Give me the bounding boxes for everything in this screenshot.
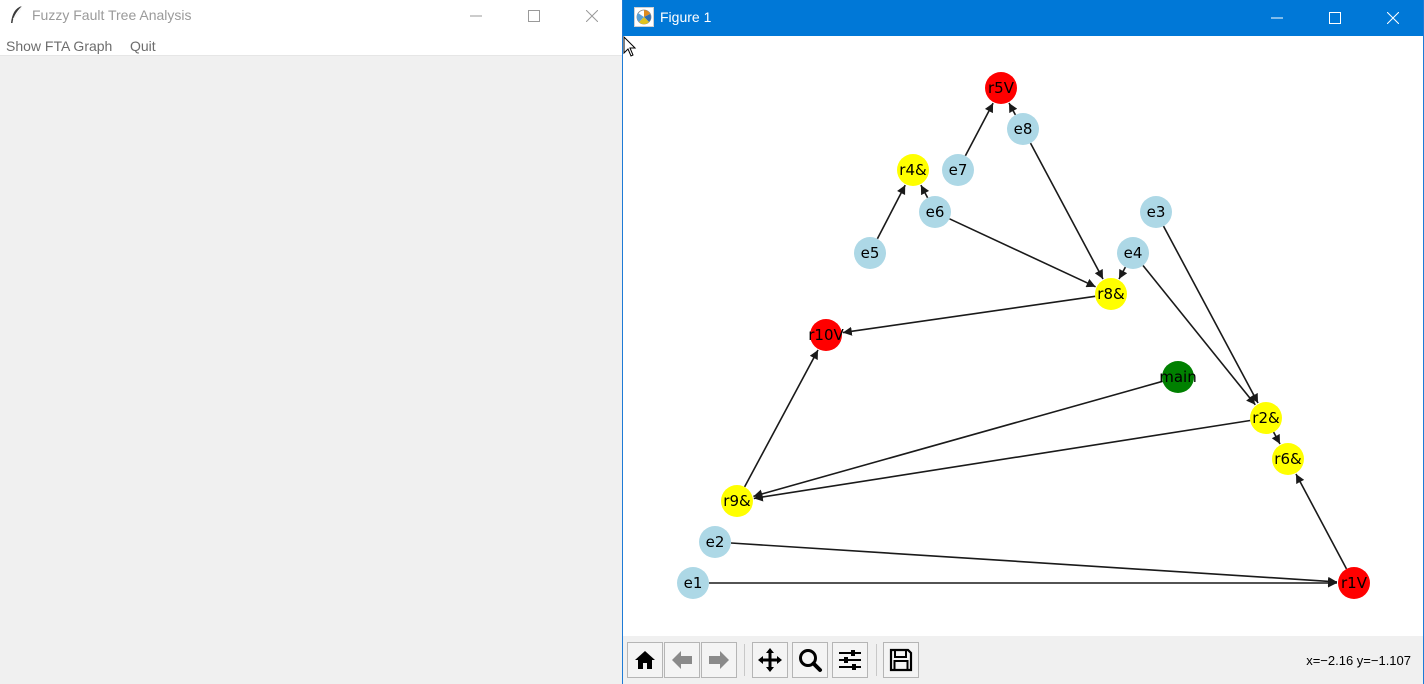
tk-title-bar[interactable]: Fuzzy Fault Tree Analysis: [0, 0, 622, 31]
figure-title: Figure 1: [660, 9, 712, 25]
edge-e8-to-r5V: [1008, 102, 1018, 116]
close-button[interactable]: [1364, 0, 1422, 36]
maximize-icon: [528, 9, 540, 22]
window-title: Fuzzy Fault Tree Analysis: [32, 7, 192, 23]
node-label: e6: [926, 203, 945, 221]
graph-node: r1V: [1338, 567, 1370, 599]
graph-node: r9&: [721, 485, 753, 517]
graph-node: r2&: [1250, 402, 1282, 434]
graph-node: r10V: [808, 319, 844, 351]
close-button[interactable]: [563, 0, 621, 31]
node-label: r5V: [988, 79, 1015, 97]
edge-e7-to-r5V: [964, 102, 994, 157]
node-label: e7: [949, 161, 968, 179]
close-icon: [586, 9, 598, 22]
forward-arrow-icon: [709, 651, 729, 669]
node-label: r8&: [1097, 285, 1125, 303]
figure-window: Figure 1 r5V e8 r4& e7 e6 e3 e5 e4 r8& r10V main r2…: [622, 0, 1424, 684]
maximize-button[interactable]: [1306, 0, 1364, 36]
configure-subplots-icon: [839, 650, 861, 670]
edge-r8&-to-r10V: [842, 295, 1096, 336]
node-label: e2: [706, 533, 725, 551]
graph-node: r4&: [897, 154, 929, 186]
zoom-button[interactable]: [792, 642, 828, 678]
home-icon: [635, 651, 655, 669]
graph-node: e7: [942, 154, 974, 186]
save-icon: [889, 648, 913, 672]
feather-icon: [9, 5, 25, 25]
edge-r2&-to-r9&: [753, 419, 1251, 502]
graph-node: e4: [1117, 237, 1149, 269]
edge-e6-to-r4&: [920, 184, 930, 199]
graph-node: r5V: [985, 72, 1017, 104]
figure-canvas[interactable]: r5V e8 r4& e7 e6 e3 e5 e4 r8& r10V main r2& r6& r9& e2…: [623, 36, 1423, 636]
node-label: r1V: [1341, 574, 1368, 592]
edge-r1V-to-r6&: [1295, 473, 1348, 570]
matplotlib-icon: [634, 7, 654, 27]
tk-window: Fuzzy Fault Tree Analysis Show FTA Graph…: [0, 0, 622, 684]
navigation-toolbar: x=−2.16 y=−1.107: [623, 636, 1423, 684]
save-button[interactable]: [883, 642, 919, 678]
minimize-button[interactable]: [1248, 0, 1306, 36]
toolbar-separator: [744, 644, 745, 676]
minimize-icon: [470, 15, 482, 16]
edge-e8-to-r8&: [1029, 142, 1104, 280]
node-label: main: [1159, 368, 1196, 386]
tk-content-area: [0, 57, 622, 684]
graph-node: r6&: [1272, 443, 1304, 475]
menu-bar: Show FTA Graph Quit: [0, 31, 622, 56]
graph-node: e6: [919, 196, 951, 228]
node-label: r9&: [723, 492, 751, 510]
edge-r9&-to-r10V: [743, 349, 819, 488]
back-arrow-icon: [672, 651, 692, 669]
pan-button[interactable]: [752, 642, 788, 678]
node-label: r2&: [1252, 409, 1280, 427]
toolbar-separator: [876, 644, 877, 676]
zoom-icon: [799, 649, 822, 672]
graph-node: e8: [1007, 113, 1039, 145]
graph-node: e3: [1140, 196, 1172, 228]
node-label: e5: [861, 244, 880, 262]
home-button[interactable]: [627, 642, 663, 678]
node-label: r6&: [1274, 450, 1302, 468]
figure-title-bar[interactable]: Figure 1: [623, 0, 1423, 36]
edge-e6-to-r8&: [949, 218, 1096, 288]
configure-subplots-button[interactable]: [832, 642, 868, 678]
graph-node: e5: [854, 237, 886, 269]
graph-node: main: [1159, 361, 1197, 393]
graph-node: e1: [677, 567, 709, 599]
node-label: e4: [1124, 244, 1143, 262]
menu-show-fta-graph[interactable]: Show FTA Graph: [6, 38, 112, 54]
forward-button[interactable]: [701, 642, 737, 678]
mouse-cursor-icon: [623, 36, 637, 57]
node-label: r10V: [808, 326, 844, 344]
node-label: e3: [1147, 203, 1166, 221]
graph-node: e2: [699, 526, 731, 558]
minimize-icon: [1271, 17, 1283, 19]
edge-e2-to-r1V: [730, 542, 1338, 586]
edge-r2&-to-r6&: [1271, 431, 1281, 445]
maximize-icon: [1329, 12, 1341, 24]
node-label: r4&: [899, 161, 927, 179]
graph-node: r8&: [1095, 278, 1127, 310]
pan-icon: [758, 648, 782, 672]
edge-e4-to-r8&: [1118, 266, 1128, 280]
coordinate-readout: x=−2.16 y=−1.107: [1306, 653, 1411, 668]
edge-main-to-r9&: [753, 380, 1163, 499]
minimize-button[interactable]: [447, 0, 505, 31]
edge-e5-to-r4&: [876, 184, 906, 240]
close-icon: [1387, 12, 1399, 24]
maximize-button[interactable]: [505, 0, 563, 31]
node-label: e8: [1014, 120, 1033, 138]
node-label: e1: [684, 574, 703, 592]
back-button[interactable]: [664, 642, 700, 678]
menu-quit[interactable]: Quit: [130, 38, 156, 54]
fault-tree-graph[interactable]: r5V e8 r4& e7 e6 e3 e5 e4 r8&r10V main r2&r6&r9&e2…: [623, 36, 1423, 636]
